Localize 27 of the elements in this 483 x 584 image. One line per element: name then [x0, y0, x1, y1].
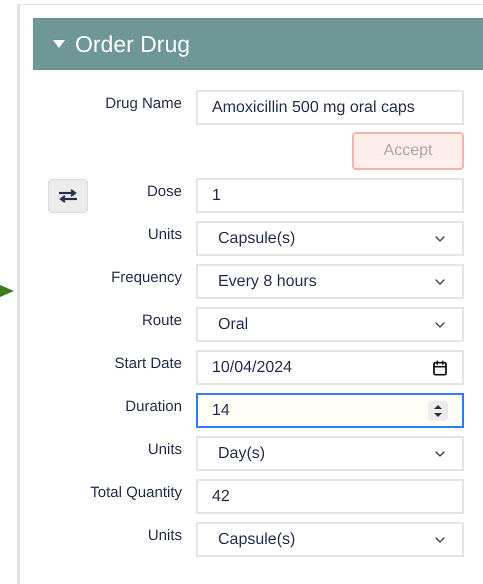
- text-field[interactable]: 1: [196, 178, 464, 213]
- date-field[interactable]: 10/04/2024: [196, 350, 464, 385]
- field-label: Start Date: [114, 354, 182, 374]
- field-label: Duration: [125, 397, 182, 418]
- calendar-icon[interactable]: [432, 360, 448, 376]
- panel-title: Order Drug: [75, 30, 190, 59]
- select-dropdown[interactable]: Day(s): [196, 436, 464, 471]
- select-dropdown[interactable]: Every 8 hours: [196, 264, 464, 299]
- swap-arrows-icon: [58, 188, 78, 202]
- number-field[interactable]: 14: [196, 393, 464, 428]
- field-label: Drug Name: [105, 94, 182, 114]
- field-label: Total Quantity: [90, 483, 182, 504]
- pointer-arrow-icon: [0, 284, 14, 298]
- field-label: Units: [148, 225, 182, 246]
- field-label: Dose: [146, 182, 182, 202]
- swap-button[interactable]: [48, 178, 88, 212]
- select-dropdown[interactable]: Capsule(s): [196, 522, 464, 557]
- field-label: Route: [142, 311, 182, 332]
- select-dropdown[interactable]: Oral: [196, 307, 464, 342]
- text-field[interactable]: 42: [196, 479, 464, 514]
- field-label: Units: [148, 440, 182, 460]
- spinner-icon[interactable]: [428, 400, 448, 420]
- select-dropdown[interactable]: Capsule(s): [196, 221, 464, 256]
- field-label: Units: [148, 526, 182, 546]
- text-field[interactable]: Amoxicillin 500 mg oral caps: [196, 90, 464, 125]
- caret-down-icon: [53, 40, 65, 48]
- field-label: Frequency: [111, 268, 182, 288]
